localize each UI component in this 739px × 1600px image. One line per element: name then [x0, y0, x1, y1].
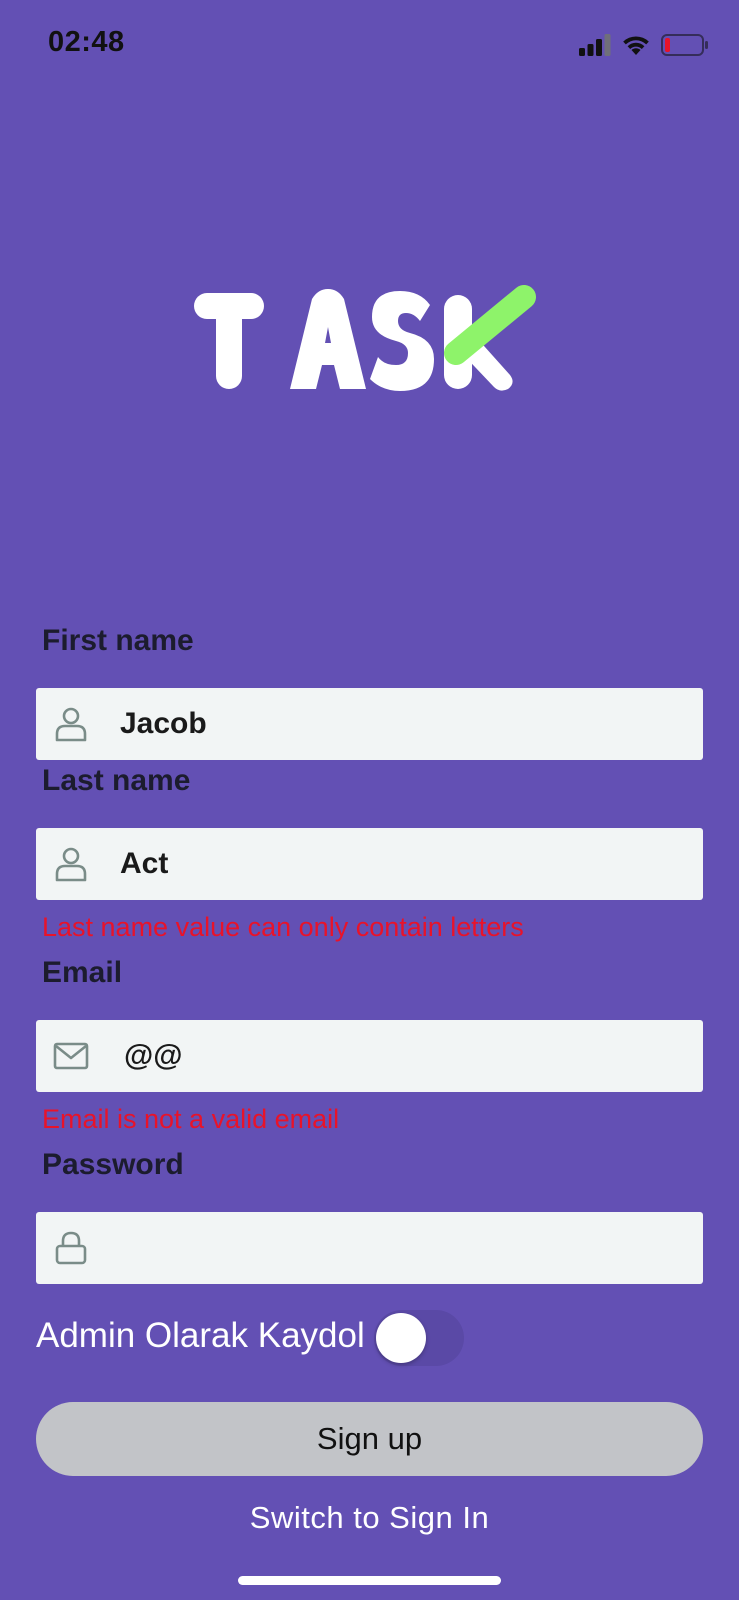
first-name-input[interactable]: [120, 688, 680, 760]
switch-to-sign-in-link[interactable]: Switch to Sign In: [0, 1500, 739, 1536]
email-field[interactable]: [36, 1020, 703, 1092]
home-indicator: [238, 1576, 501, 1585]
password-label: Password: [42, 1148, 184, 1181]
email-input[interactable]: [124, 1020, 684, 1092]
task-logo: [194, 285, 536, 391]
status-icons: [579, 30, 709, 60]
first-name-label: First name: [42, 624, 194, 657]
email-error: Email is not a valid email: [42, 1104, 340, 1134]
cellular-signal-icon: [579, 34, 611, 56]
mail-icon: [53, 1042, 89, 1070]
password-field[interactable]: [36, 1212, 703, 1284]
status-time: 02:48: [48, 26, 125, 58]
last-name-error: Last name value can only contain letters: [42, 912, 524, 942]
wifi-icon: [623, 36, 649, 55]
admin-toggle-label: Admin Olarak Kaydol: [36, 1316, 365, 1355]
lock-icon: [55, 1231, 87, 1265]
email-label: Email: [42, 956, 123, 989]
user-icon: [55, 707, 87, 742]
user-icon: [55, 847, 87, 882]
toggle-knob: [376, 1313, 426, 1363]
admin-toggle[interactable]: [374, 1310, 464, 1366]
last-name-input[interactable]: [120, 828, 680, 900]
last-name-field[interactable]: [36, 828, 703, 900]
status-bar: 02:48: [0, 0, 739, 88]
battery-low-icon: [661, 34, 708, 56]
first-name-field[interactable]: [36, 688, 703, 760]
password-input[interactable]: [120, 1212, 680, 1284]
signup-button[interactable]: Sign up: [36, 1402, 703, 1476]
last-name-label: Last name: [42, 764, 191, 797]
